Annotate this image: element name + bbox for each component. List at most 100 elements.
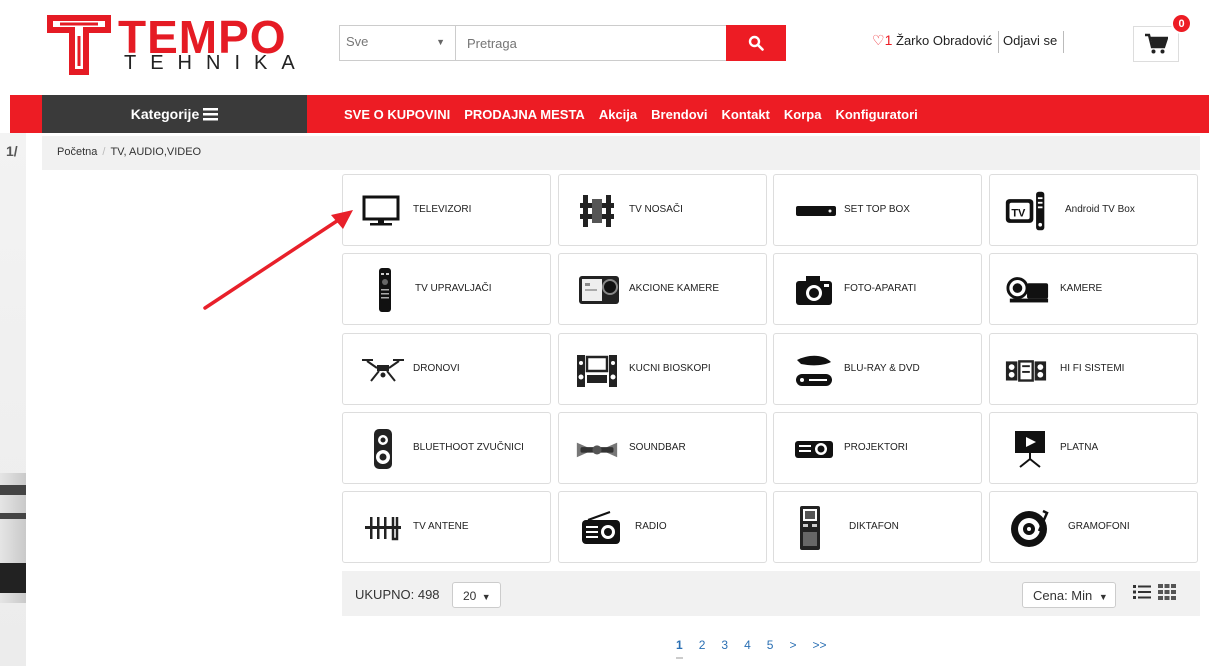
category-tile-foto-aparati[interactable]: FOTO-APARATI (773, 253, 982, 325)
search-category-select[interactable]: Sve ▼ (340, 26, 456, 60)
tv-mount-icon (575, 189, 619, 233)
category-tile-kucni-bioskopi[interactable]: KUCNI BIOSKOPI (558, 333, 767, 405)
side-number: 1/ (6, 143, 18, 159)
svg-text:TV: TV (1011, 208, 1026, 220)
nav-link-kontakt[interactable]: Kontakt (721, 107, 769, 122)
category-tile-radio[interactable]: RADIO (558, 491, 767, 563)
tempo-logo-icon (47, 15, 111, 75)
tile-label: DRONOVI (413, 363, 460, 374)
page-link-2[interactable]: 2 (699, 638, 706, 659)
category-tile-gramofoni[interactable]: GRAMOFONI (989, 491, 1198, 563)
search-input[interactable] (457, 26, 725, 60)
list-view-button[interactable] (1133, 584, 1151, 605)
sort-value: Cena: Min (1033, 588, 1093, 603)
category-tile-platna[interactable]: PLATNA (989, 412, 1198, 484)
category-tile-tv-antene[interactable]: TV ANTENE (342, 491, 551, 563)
tile-label: DIKTAFON (849, 521, 899, 532)
grid-view-button[interactable] (1158, 584, 1176, 605)
search-bar: Sve ▼ (339, 25, 786, 61)
category-tile-tv-upravljaci[interactable]: TV UPRAVLJAČI (342, 253, 551, 325)
page-link-5[interactable]: 5 (767, 638, 774, 659)
left-edge-panel: 1/ (0, 133, 26, 666)
breadcrumb: Početna / TV, AUDIO,VIDEO (42, 136, 1200, 170)
tile-label: AKCIONE KAMERE (629, 283, 720, 294)
tile-label: HI FI SISTEMI (1060, 363, 1125, 374)
turntable-icon (1008, 506, 1052, 550)
wishlist-link[interactable]: ♡1 (872, 32, 892, 49)
tile-label: TV ANTENE (413, 521, 469, 532)
antenna-icon (361, 506, 405, 550)
page-link-3[interactable]: 3 (721, 638, 728, 659)
annotation-arrow (203, 210, 353, 310)
tile-label: BLU-RAY & DVD (844, 363, 920, 374)
category-tile-hi-fi-sistemi[interactable]: HI FI SISTEMI (989, 333, 1198, 405)
cart-icon (1145, 33, 1168, 54)
tile-label: RADIO (635, 521, 667, 532)
page-link-1[interactable]: 1 (676, 638, 683, 659)
per-page-select[interactable]: 20 ▼ (452, 582, 501, 608)
category-tile-set-top-box[interactable]: SET TOP BOX (773, 174, 982, 246)
radio-icon (579, 506, 623, 550)
photo-camera-icon (792, 268, 836, 312)
search-button[interactable] (726, 25, 786, 61)
category-tile-diktafon[interactable]: DIKTAFON (773, 491, 982, 563)
chevron-down-icon: ▼ (436, 37, 445, 47)
category-tile-dronovi[interactable]: DRONOVI (342, 333, 551, 405)
categories-label: Kategorije (130, 106, 200, 122)
caret-down-icon: ▼ (1098, 592, 1108, 602)
user-name-link[interactable]: Žarko Obradović (896, 33, 992, 48)
per-page-value: 20 (463, 589, 477, 603)
category-tile-soundbar[interactable]: SOUNDBAR (558, 412, 767, 484)
sort-select[interactable]: Cena: Min ▼ (1022, 582, 1116, 608)
nav-link-akcija[interactable]: Akcija (599, 107, 637, 122)
category-tile-televizori[interactable]: TELEVIZORI (342, 174, 551, 246)
breadcrumb-current: TV, AUDIO,VIDEO (110, 146, 202, 158)
tile-label: KAMERE (1060, 283, 1103, 294)
tile-label: Android TV Box (1065, 204, 1135, 215)
page-last[interactable]: >> (812, 638, 826, 659)
tile-label: BLUETHOOT ZVUČNICI (413, 442, 524, 453)
hifi-icon (1004, 348, 1048, 392)
action-camera-icon (577, 268, 621, 312)
list-view-icon (1133, 585, 1151, 599)
set-top-box-icon (794, 189, 838, 233)
grid-view-icon (1158, 584, 1176, 600)
tile-label: KUCNI BIOSKOPI (629, 363, 711, 374)
page-link-4[interactable]: 4 (744, 638, 751, 659)
category-tile-akcione-kamere[interactable]: AKCIONE KAMERE (558, 253, 767, 325)
category-tile-kamere[interactable]: KAMERE (989, 253, 1198, 325)
nav-link-kupovina[interactable]: SVE O KUPOVINI (344, 107, 450, 122)
tile-label: FOTO-APARATI (844, 283, 917, 294)
logout-link[interactable]: Odjavi se (1003, 33, 1057, 48)
bluetooth-speaker-icon (361, 427, 405, 471)
tv-icon (359, 189, 403, 233)
side-appliance-image (0, 473, 26, 603)
category-tile-android-tv-box[interactable]: TV Android TV Box (989, 174, 1198, 246)
nav-link-brendovi[interactable]: Brendovi (651, 107, 707, 122)
categories-button[interactable]: Kategorije (42, 95, 307, 133)
category-tile-projektori[interactable]: PROJEKTORI (773, 412, 982, 484)
page-next[interactable]: > (789, 638, 796, 659)
nav-link-prodajna-mesta[interactable]: PRODAJNA MESTA (464, 107, 585, 122)
wishlist-count: 1 (884, 32, 893, 48)
android-tv-box-icon: TV (1004, 189, 1048, 233)
nav-link-korpa[interactable]: Korpa (784, 107, 822, 122)
header-divider (1063, 31, 1064, 53)
category-tile-tv-nosaci[interactable]: TV NOSAČI (558, 174, 767, 246)
breadcrumb-home[interactable]: Početna (57, 146, 97, 158)
site-logo[interactable]: TEMPO TEHNIKA (46, 12, 306, 76)
nav-link-konfiguratori[interactable]: Konfiguratori (835, 107, 917, 122)
projector-screen-icon (1008, 427, 1052, 471)
category-tile-bluetooth-zvucnici[interactable]: BLUETHOOT ZVUČNICI (342, 412, 551, 484)
tile-label: SET TOP BOX (844, 204, 910, 215)
heart-icon: ♡ (872, 32, 885, 48)
nav-links: SVE O KUPOVINI PRODAJNA MESTA Akcija Bre… (344, 95, 918, 133)
soundbar-icon (575, 427, 619, 471)
search-category-value: Sve (346, 34, 369, 49)
tile-label: TELEVIZORI (413, 204, 472, 215)
header-divider (998, 31, 999, 53)
cart-button[interactable] (1133, 26, 1179, 62)
remote-control-icon (363, 268, 407, 312)
tile-label: SOUNDBAR (629, 442, 686, 453)
category-tile-blu-ray-dvd[interactable]: BLU-RAY & DVD (773, 333, 982, 405)
